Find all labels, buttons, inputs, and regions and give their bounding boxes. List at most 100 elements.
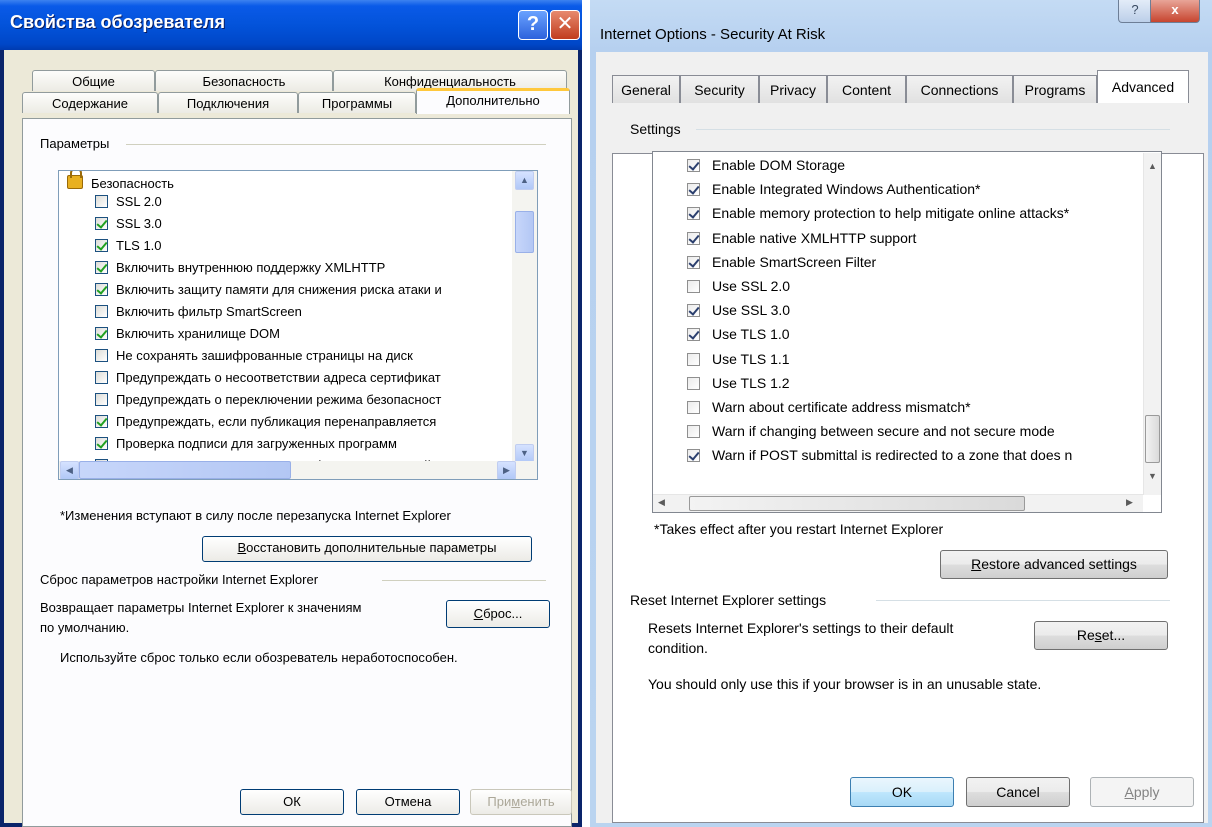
en-scroll-thumb[interactable] (1145, 415, 1160, 463)
en-settings-list[interactable]: Enable DOM Storage Enable Integrated Wind… (652, 151, 1162, 513)
en-setting-item[interactable]: Use TLS 1.1 (687, 347, 790, 371)
ru-scroll-up-button[interactable]: ▲ (515, 171, 534, 190)
en-setting-item[interactable]: Enable SmartScreen Filter (687, 250, 876, 274)
ru-tab-advanced[interactable]: Дополнительно (416, 88, 570, 114)
ru-scroll-right-button[interactable]: ▶ (497, 461, 516, 479)
ru-setting-item[interactable]: Не сохранять зашифрованные страницы на д… (95, 345, 413, 367)
en-setting-item[interactable]: Use TLS 1.2 (687, 371, 790, 395)
ru-setting-checkbox[interactable] (95, 349, 108, 362)
en-tab-content[interactable]: Content (827, 75, 906, 103)
en-setting-checkbox[interactable] (687, 207, 700, 221)
en-setting-checkbox[interactable] (687, 376, 700, 390)
en-tab-privacy[interactable]: Privacy (759, 75, 827, 103)
en-setting-checkbox[interactable] (687, 255, 700, 269)
ru-setting-checkbox[interactable] (95, 261, 108, 274)
ru-setting-item[interactable]: Предупреждать о несоответствии адреса се… (95, 367, 441, 389)
ru-setting-checkbox[interactable] (95, 283, 108, 296)
ru-setting-item[interactable]: Проверка подписи для загруженных програм… (95, 433, 397, 455)
ru-setting-checkbox[interactable] (95, 217, 108, 230)
ru-hscroll-thumb[interactable] (79, 461, 291, 479)
ru-vertical-scrollbar[interactable]: ▲ ▼ (512, 171, 537, 463)
ru-parameters-group-label: Параметры (40, 136, 110, 151)
ru-setting-checkbox[interactable] (95, 437, 108, 450)
en-tab-advanced[interactable]: Advanced (1097, 70, 1189, 103)
en-setting-checkbox[interactable] (687, 328, 700, 342)
en-tab-programs[interactable]: Programs (1013, 75, 1097, 103)
ru-help-button[interactable]: ? (518, 10, 548, 40)
chevron-up-icon[interactable]: ▲ (1144, 161, 1161, 171)
ru-setting-label: Не сохранять зашифрованные страницы на д… (116, 348, 413, 363)
chevron-left-icon: ◀ (66, 465, 73, 475)
ru-setting-item[interactable]: Включить фильтр SmartScreen (95, 301, 302, 323)
en-setting-checkbox[interactable] (687, 159, 700, 172)
en-setting-item[interactable]: Warn if changing between secure and not … (687, 419, 1055, 443)
ru-scroll-left-button[interactable]: ◀ (60, 461, 79, 479)
en-ok-button[interactable]: OK (850, 777, 954, 807)
ru-setting-item[interactable]: Предупреждать, если публикация перенапра… (95, 411, 436, 433)
en-apply-button[interactable]: Apply (1090, 777, 1194, 807)
en-setting-item[interactable]: Warn if POST submittal is redirected to … (687, 443, 1072, 467)
en-horizontal-scrollbar[interactable]: ◀ ▶ (653, 494, 1143, 512)
en-cancel-button[interactable]: Cancel (966, 777, 1070, 807)
ru-ok-button[interactable]: ОК (240, 789, 344, 815)
en-setting-checkbox[interactable] (687, 401, 700, 414)
ru-setting-checkbox[interactable] (95, 371, 108, 384)
ru-tab-content[interactable]: Содержание (22, 92, 158, 113)
ru-setting-item[interactable]: TLS 1.0 (95, 235, 162, 257)
en-setting-item[interactable]: Enable Integrated Windows Authentication… (687, 177, 981, 201)
ru-setting-item[interactable]: Включить защиту памяти для снижения риск… (95, 279, 442, 301)
ru-cancel-button[interactable]: Отмена (356, 789, 460, 815)
ru-close-button[interactable]: ✕ (550, 10, 580, 40)
en-setting-item[interactable]: Use SSL 2.0 (687, 274, 790, 298)
en-restore-advanced-button[interactable]: Restore advanced settings (940, 550, 1168, 579)
help-icon: ? (1131, 2, 1139, 17)
ru-setting-checkbox[interactable] (95, 239, 108, 252)
ru-tab-security[interactable]: Безопасность (155, 70, 333, 91)
en-setting-checkbox[interactable] (687, 304, 700, 318)
en-setting-item[interactable]: Use SSL 3.0 (687, 298, 790, 322)
ru-restore-advanced-button[interactable]: Восстановить дополнительные параметры (202, 536, 532, 562)
ru-setting-checkbox[interactable] (95, 327, 108, 340)
en-close-button[interactable]: x (1150, 0, 1200, 23)
en-setting-checkbox[interactable] (687, 231, 700, 245)
ru-horizontal-scrollbar[interactable]: ◀ ▶ (59, 461, 537, 479)
ru-title-bar[interactable]: Свойства обозревателя ? ✕ (0, 0, 582, 50)
ru-tab-connections[interactable]: Подключения (158, 92, 298, 113)
ru-apply-button[interactable]: Применить (470, 789, 572, 815)
chevron-down-icon[interactable]: ▼ (1144, 471, 1161, 481)
en-vertical-scrollbar[interactable]: ▲ ▼ (1143, 153, 1161, 495)
en-setting-checkbox[interactable] (687, 183, 700, 197)
ru-setting-item[interactable]: SSL 2.0 (95, 191, 162, 213)
en-reset-button[interactable]: Reset... (1034, 621, 1168, 650)
ru-setting-checkbox[interactable] (95, 195, 108, 208)
chevron-left-icon[interactable]: ◀ (653, 497, 670, 508)
en-setting-checkbox[interactable] (687, 425, 700, 439)
ru-setting-checkbox[interactable] (95, 415, 108, 428)
en-setting-checkbox[interactable] (687, 352, 700, 366)
en-tab-general[interactable]: General (612, 75, 680, 103)
en-setting-checkbox[interactable] (687, 280, 700, 293)
en-setting-item[interactable]: Enable native XMLHTTP support (687, 226, 916, 250)
en-setting-checkbox[interactable] (687, 449, 700, 463)
ru-setting-checkbox[interactable] (95, 393, 108, 406)
ru-setting-item[interactable]: Включить хранилище DOM (95, 323, 280, 345)
ru-setting-item[interactable]: Предупреждать о переключении режима безо… (95, 389, 441, 411)
chevron-right-icon[interactable]: ▶ (1121, 497, 1138, 508)
en-help-button[interactable]: ? (1118, 0, 1152, 23)
ru-setting-item[interactable]: SSL 3.0 (95, 213, 162, 235)
ru-tab-general[interactable]: Общие (32, 70, 155, 91)
ru-scroll-thumb[interactable] (515, 211, 534, 253)
en-setting-item[interactable]: Use TLS 1.0 (687, 322, 790, 346)
ru-setting-checkbox[interactable] (95, 305, 108, 318)
en-setting-item[interactable]: Enable memory protection to help mitigat… (687, 201, 1069, 225)
ru-setting-item[interactable]: Включить внутреннюю поддержку XMLHTTP (95, 257, 385, 279)
en-tab-security[interactable]: Security (680, 75, 759, 103)
en-setting-item[interactable]: Warn about certificate address mismatch* (687, 395, 971, 419)
en-tab-connections[interactable]: Connections (906, 75, 1013, 103)
en-setting-item[interactable]: Enable DOM Storage (687, 153, 845, 177)
ru-tab-programs[interactable]: Программы (298, 92, 416, 113)
en-reset-label-pre: Re (1076, 627, 1095, 643)
ru-reset-button[interactable]: Сброс... (446, 600, 550, 628)
en-hscroll-thumb[interactable] (689, 496, 1025, 511)
ru-settings-list[interactable]: Безопасность SSL 2.0 SSL 3.0 TLS 1.0 Включи… (58, 170, 538, 480)
